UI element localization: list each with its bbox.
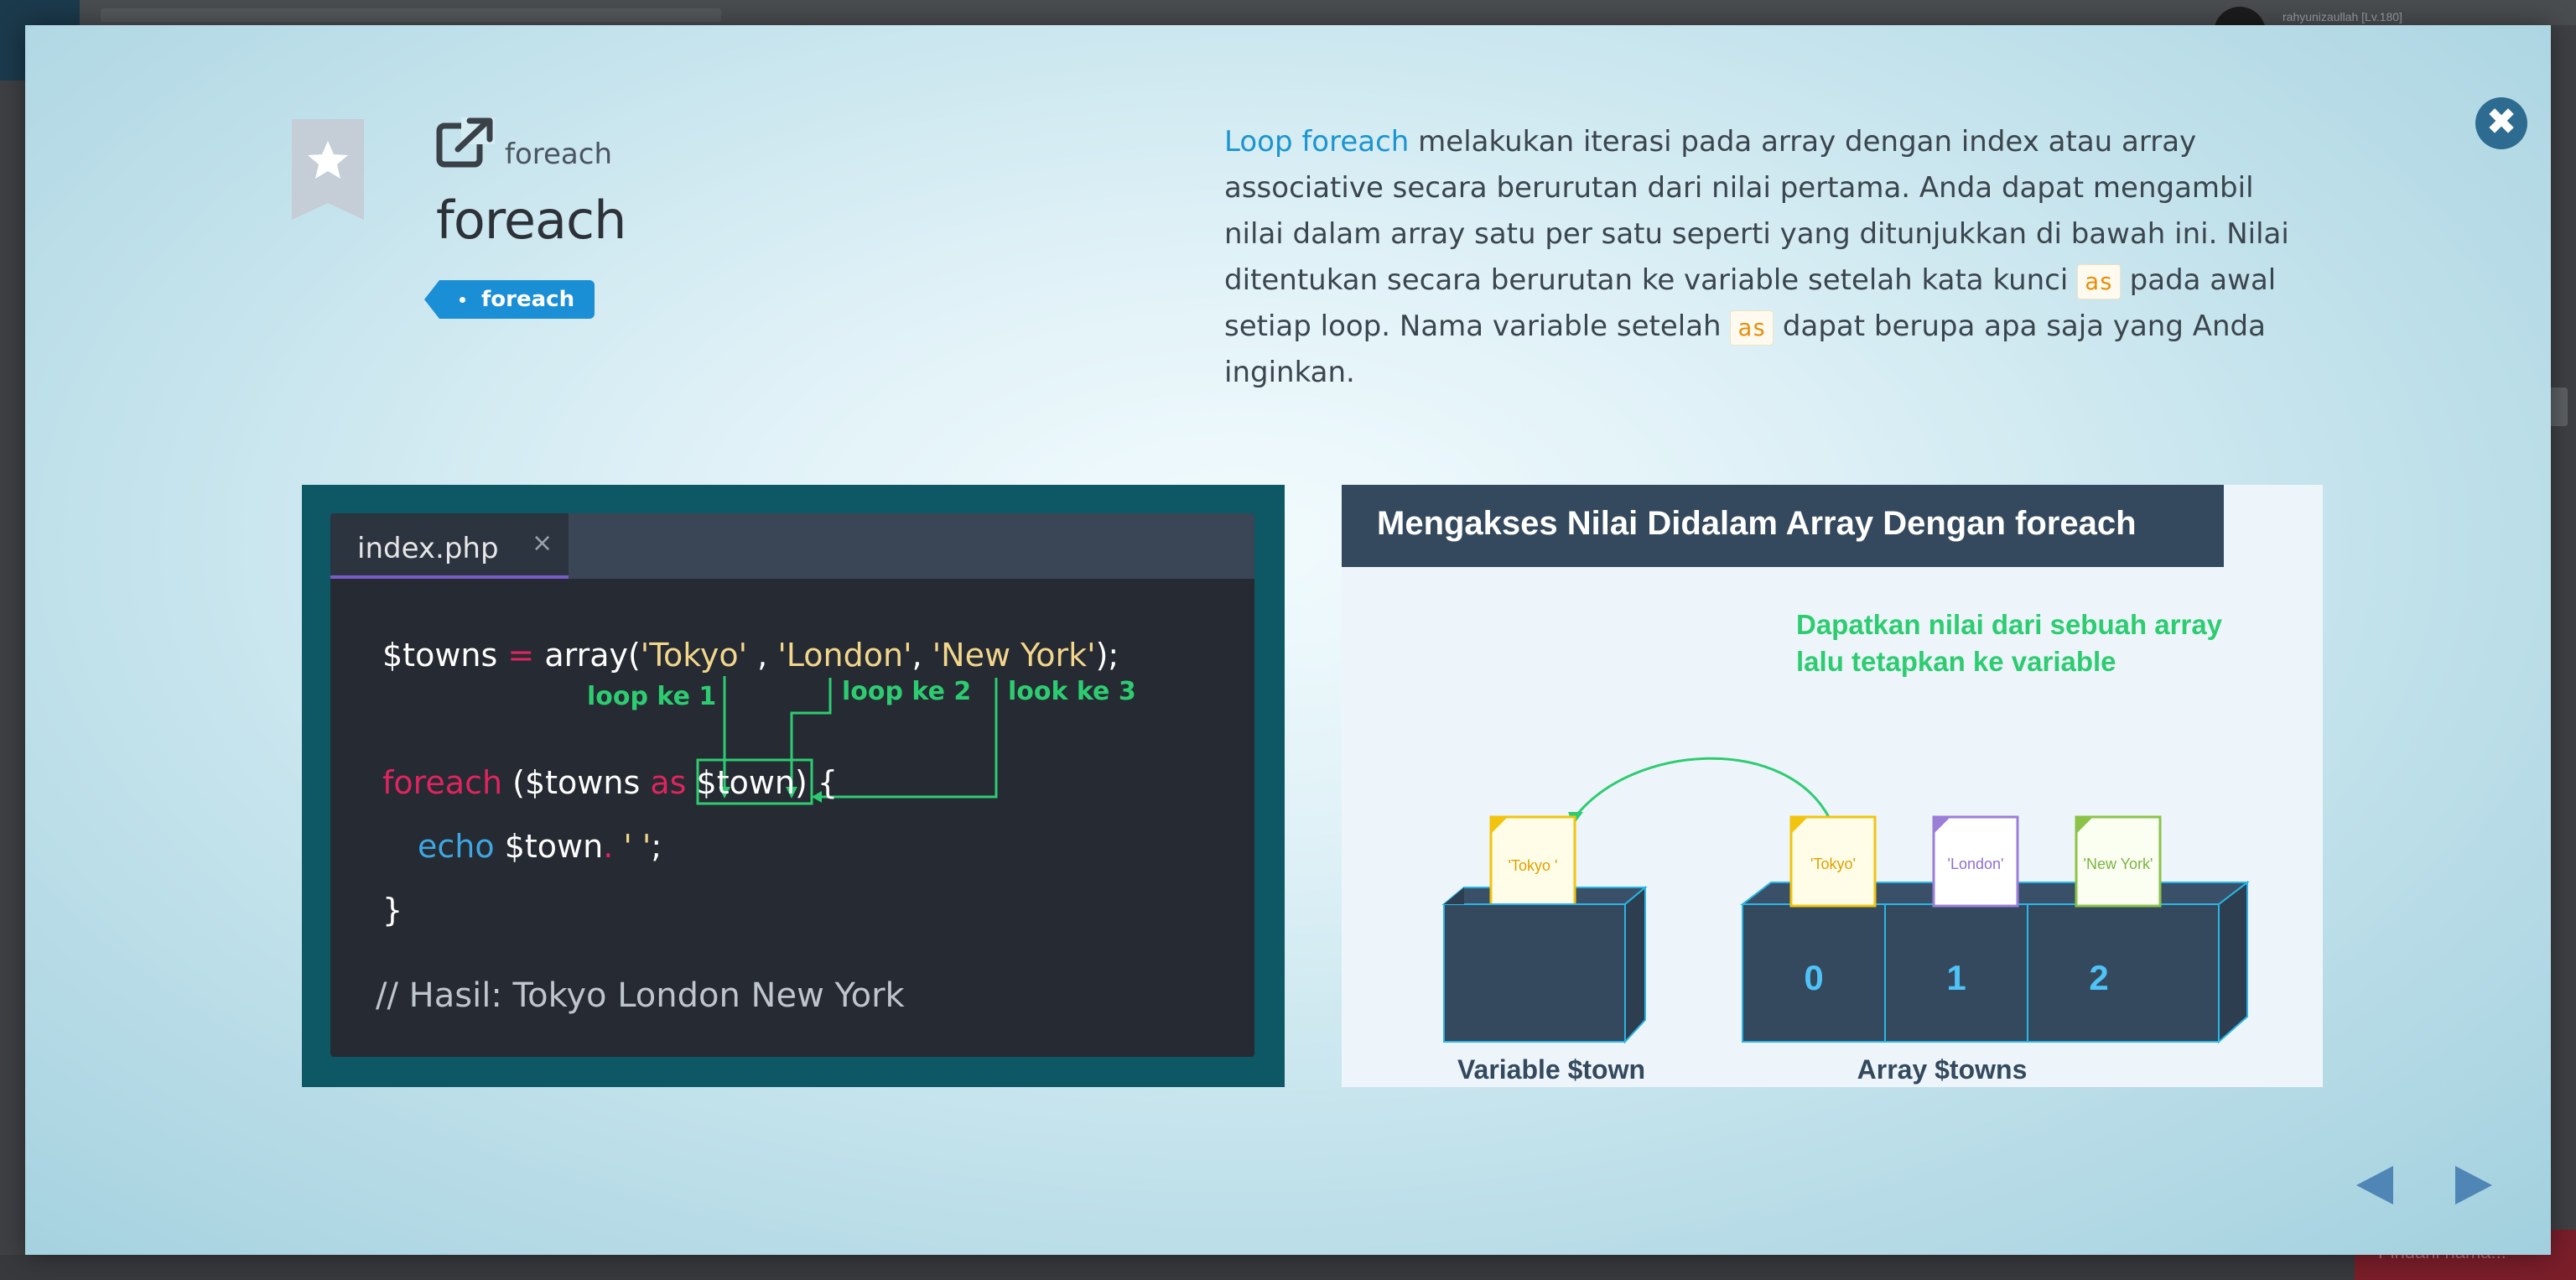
callout-line-1: Dapatkan nilai dari sebuah array — [1796, 609, 2223, 640]
array-card-1: 'London' — [1932, 815, 2019, 908]
diagram-title: Mengakses Nilai Didalam Array Dengan for… — [1377, 505, 2137, 542]
loop-label-2: loop ke 2 — [842, 677, 971, 706]
array-card-text-1: 'London' — [1948, 856, 2004, 872]
loop-label-3: look ke 3 — [1008, 677, 1136, 706]
background-footer — [0, 1255, 2576, 1280]
external-link-icon[interactable] — [436, 116, 495, 169]
assign-arrow — [1575, 757, 1831, 820]
code-line-4: } — [382, 892, 402, 929]
lesson-title: foreach — [436, 190, 626, 251]
editor-tab: index.php × — [330, 513, 569, 579]
tab-close-icon: × — [532, 528, 553, 558]
background-search-bar — [101, 8, 721, 22]
inline-code-as: as — [2077, 264, 2121, 299]
background-scrollbar — [2549, 388, 2568, 426]
triangle-left-icon — [2356, 1166, 2393, 1205]
description-link[interactable]: Loop foreach — [1224, 125, 1409, 159]
array-card-2: 'New York' — [2075, 815, 2162, 908]
array-card-text-2: 'New York' — [2084, 856, 2153, 872]
code-comment: // Hasil: Tokyo London New York — [376, 976, 906, 1015]
variable-label: Variable $town — [1457, 1054, 1645, 1085]
lesson-modal: ✖ foreach foreach foreach Loop foreach m… — [25, 25, 2551, 1255]
array-index-0: 0 — [1804, 958, 1823, 997]
diagram-illustration: Dapatkan nilai dari sebuah array lalu te… — [1441, 609, 2250, 1085]
code-line-1: $towns = array('Tokyo' , 'London', 'New … — [382, 637, 1119, 674]
array-index-2: 2 — [2089, 958, 2108, 997]
code-line-3: echo $town. ' '; — [418, 828, 662, 865]
array-card-text-0: 'Tokyo' — [1810, 856, 1856, 872]
code-slide: index.php × $towns = array('Tokyo' , 'Lo… — [302, 485, 1285, 1087]
close-icon: ✖ — [2485, 101, 2517, 143]
inline-code-as: as — [1730, 310, 1774, 346]
callout-line-2: lalu tetapkan ke variable — [1796, 646, 2116, 677]
bookmark-star-icon[interactable] — [292, 119, 364, 220]
triangle-right-icon — [2455, 1166, 2492, 1205]
prev-slide-button[interactable] — [2353, 1164, 2395, 1206]
editor-tab-name: index.php — [357, 532, 499, 565]
variable-box: 'Tokyo ' — [1441, 815, 1648, 1044]
code-editor: index.php × $towns = array('Tokyo' , 'Lo… — [330, 513, 1254, 1057]
background-username: rahyunizaullah [Lv.180] — [2283, 10, 2402, 23]
lesson-description: Loop foreach melakukan iterasi pada arra… — [1224, 119, 2314, 396]
lesson-subtitle: foreach — [505, 138, 612, 171]
array-index-1: 1 — [1946, 958, 1966, 997]
close-button[interactable]: ✖ — [2475, 97, 2527, 149]
diagram-slide: Mengakses Nilai Didalam Array Dengan for… — [1342, 485, 2323, 1087]
next-slide-button[interactable] — [2454, 1164, 2496, 1206]
variable-card-text: 'Tokyo ' — [1509, 857, 1558, 874]
loop-label-1: loop ke 1 — [587, 682, 716, 711]
diagram-title-bar: Mengakses Nilai Didalam Array Dengan for… — [1342, 485, 2224, 567]
code-content: $towns = array('Tokyo' , 'London', 'New … — [376, 637, 1136, 1015]
array-card-0: 'Tokyo' — [1789, 815, 1877, 908]
code-line-2: foreach ($towns as $town) { — [382, 764, 838, 801]
tag-foreach[interactable]: foreach — [423, 280, 595, 319]
array-label: Array $towns — [1857, 1054, 2028, 1085]
